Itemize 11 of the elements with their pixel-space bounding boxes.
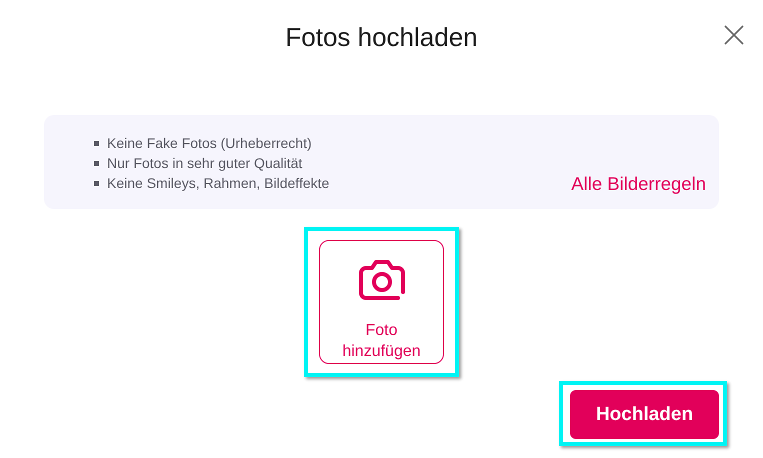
add-photo-button[interactable]: Foto hinzufügen bbox=[319, 240, 444, 364]
bullet-icon bbox=[94, 140, 99, 146]
rule-text: Keine Smileys, Rahmen, Bildeffekte bbox=[107, 174, 330, 193]
bullet-icon bbox=[94, 180, 99, 186]
dialog-title: Fotos hochladen bbox=[285, 22, 478, 54]
bullet-icon bbox=[94, 160, 99, 166]
rule-text: Keine Fake Fotos (Urheberrecht) bbox=[107, 134, 312, 153]
camera-icon bbox=[356, 258, 406, 302]
rule-text: Nur Fotos in sehr guter Qualität bbox=[107, 154, 302, 173]
rules-link[interactable]: Alle Bilderregeln bbox=[571, 173, 706, 195]
upload-button[interactable]: Hochladen bbox=[570, 390, 719, 439]
